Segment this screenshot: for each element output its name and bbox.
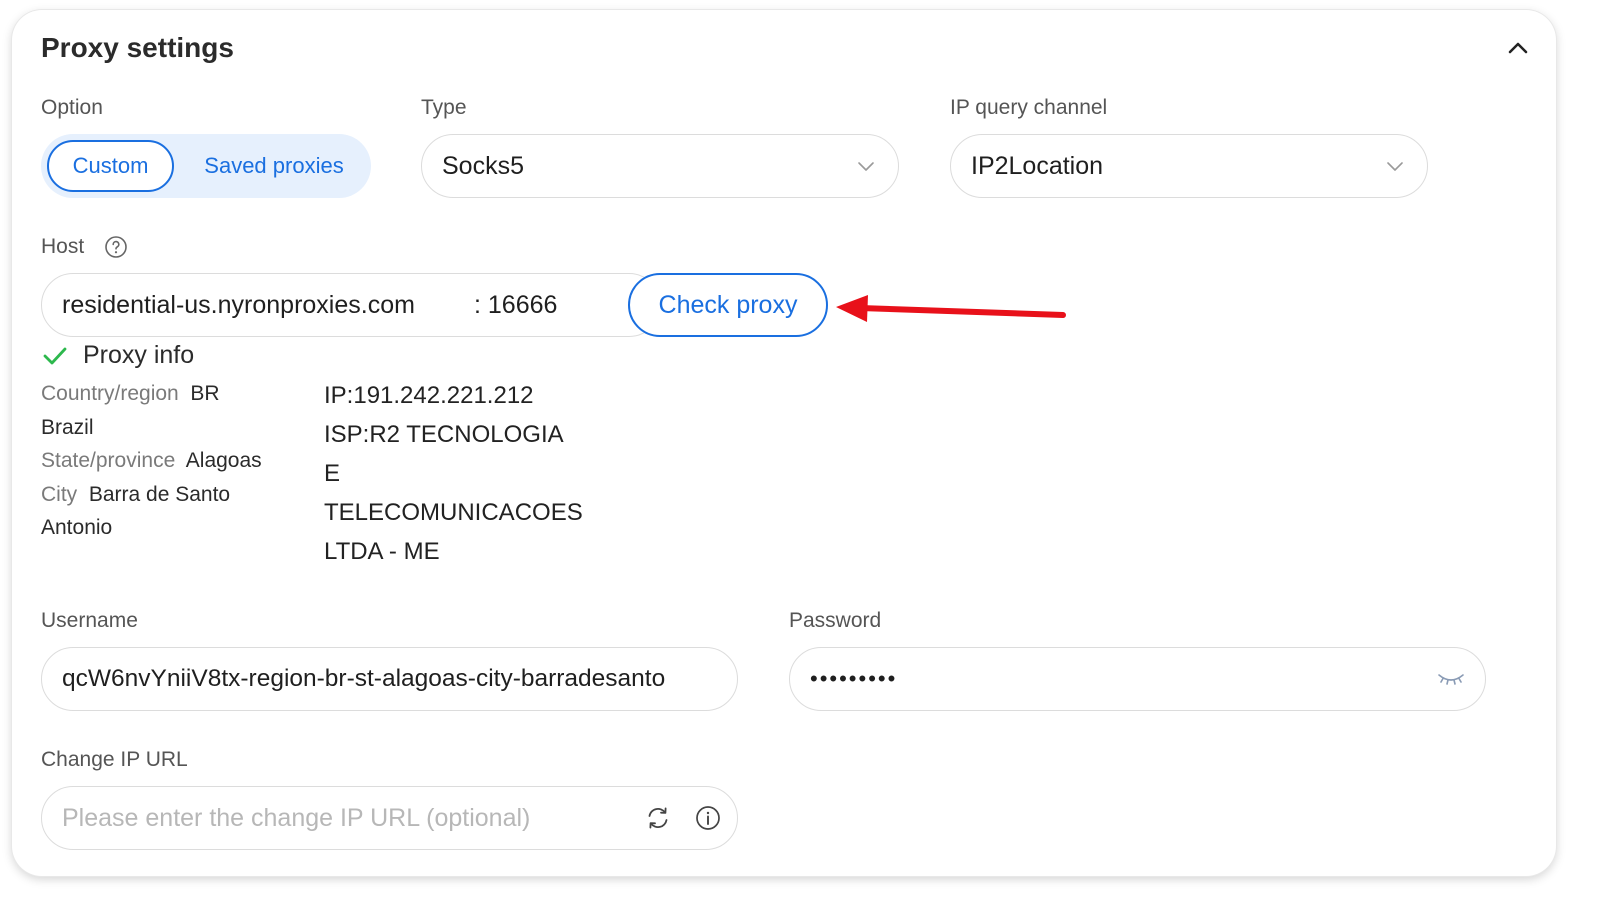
option-label: Option: [41, 96, 103, 119]
proxy-network-info: IP:191.242.221.212 ISP:R2 TECNOLOGIA E T…: [324, 376, 583, 571]
type-select-value: Socks5: [442, 151, 524, 180]
change-ip-url-placeholder: Please enter the change IP URL (optional…: [62, 803, 531, 832]
eye-closed-icon: [1438, 674, 1464, 685]
chevron-up-icon: [1508, 42, 1528, 54]
host-label: Host: [41, 235, 85, 258]
help-icon: [105, 236, 127, 258]
isp-line-2: E: [324, 460, 341, 487]
username-label: Username: [41, 609, 138, 632]
isp-line-1: ISP:R2 TECNOLOGIA: [324, 421, 564, 448]
username-value: qcW6nvYniiV8tx-region-br-st-alagoas-city…: [62, 665, 666, 692]
city-value: Barra de Santo: [88, 482, 231, 506]
host-value: residential-us.nyronproxies.com: [62, 290, 415, 319]
host-help-button[interactable]: [104, 235, 128, 259]
isp-line-3: TELECOMUNICACOES: [324, 499, 583, 526]
proxy-location-info: Country/region BR Brazil State/province …: [41, 377, 301, 545]
password-label: Password: [789, 609, 882, 632]
toggle-password-visibility[interactable]: [1437, 669, 1465, 689]
option-custom-tab[interactable]: Custom: [47, 140, 174, 192]
password-value: •••••••••: [810, 666, 898, 691]
change-ip-url-label: Change IP URL: [41, 748, 188, 771]
state-value: Alagoas: [185, 449, 262, 472]
ip-query-channel-value: IP2Location: [971, 151, 1104, 180]
proxy-info-title: Proxy info: [83, 341, 195, 369]
city-key: City: [41, 482, 78, 506]
change-ip-info-button[interactable]: [695, 805, 721, 831]
port-value: : 16666: [474, 290, 558, 319]
option-saved-proxies-tab[interactable]: Saved proxies: [189, 140, 359, 192]
type-label: Type: [421, 96, 467, 119]
change-ip-url-input[interactable]: Please enter the change IP URL (optional…: [41, 786, 738, 850]
refresh-icon: [648, 807, 668, 829]
ip-query-channel-label: IP query channel: [950, 96, 1108, 119]
host-input[interactable]: residential-us.nyronproxies.com : 16666: [41, 273, 661, 337]
info-icon: [696, 806, 720, 830]
state-key: State/province: [41, 449, 176, 472]
ip-value: IP:191.242.221.212: [324, 382, 534, 409]
password-input[interactable]: •••••••••: [789, 647, 1486, 711]
check-proxy-button[interactable]: Check proxy: [628, 273, 828, 337]
refresh-button[interactable]: [645, 805, 671, 831]
arrow-icon: [836, 295, 1066, 322]
panel-title: Proxy settings: [41, 32, 234, 63]
country-code: BR: [190, 382, 220, 405]
isp-line-4: LTDA - ME: [324, 538, 440, 565]
country-name: Brazil: [41, 415, 94, 439]
type-select[interactable]: Socks5: [421, 134, 899, 198]
collapse-button[interactable]: [1506, 36, 1530, 60]
chevron-down-icon: [858, 162, 874, 171]
option-segmented-control: Custom Saved proxies: [41, 134, 371, 198]
city-value-cont: Antonio: [41, 516, 113, 539]
chevron-down-icon: [1387, 162, 1403, 171]
username-input[interactable]: qcW6nvYniiV8tx-region-br-st-alagoas-city…: [41, 647, 738, 711]
country-key: Country/region: [41, 382, 179, 405]
proxy-settings-panel: Proxy settings Option Custom Saved proxi…: [12, 10, 1556, 876]
ip-query-channel-select[interactable]: IP2Location: [950, 134, 1428, 198]
check-icon: [43, 347, 67, 365]
